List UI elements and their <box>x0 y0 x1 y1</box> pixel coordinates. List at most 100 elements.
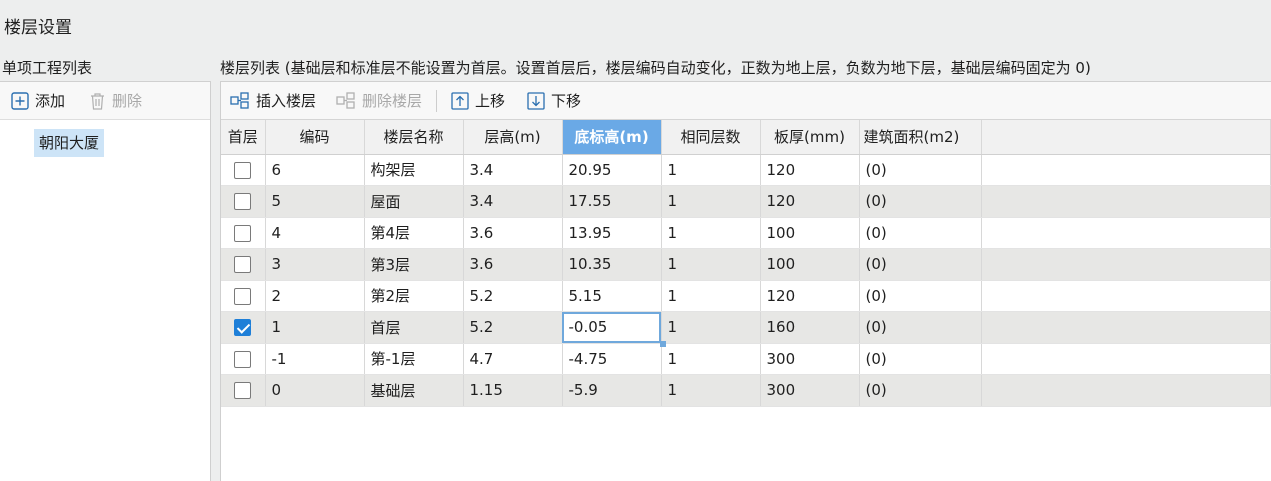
first-floor-cell[interactable] <box>221 154 266 186</box>
table-row[interactable]: 6 构架层 3.4 20.95 1 120 (0) <box>221 154 1271 186</box>
filler-cell <box>981 185 1271 218</box>
table-row[interactable]: 1 首层 5.2 -0.05 1 160 (0) <box>221 311 1271 344</box>
col-header-height[interactable]: 层高(m) <box>463 120 563 155</box>
area-cell[interactable]: (0) <box>859 248 982 281</box>
base-elevation-cell[interactable]: 13.95 <box>562 217 662 249</box>
code-cell[interactable]: 2 <box>265 280 365 312</box>
table-row[interactable]: 5 屋面 3.4 17.55 1 120 (0) <box>221 185 1271 218</box>
same-count-cell[interactable]: 1 <box>661 280 761 312</box>
same-count-cell[interactable]: 1 <box>661 217 761 249</box>
height-cell[interactable]: 3.6 <box>463 248 563 281</box>
area-cell[interactable]: (0) <box>859 311 982 344</box>
name-cell[interactable]: 屋面 <box>364 185 464 218</box>
same-count-cell[interactable]: 1 <box>661 154 761 186</box>
slab-thickness-cell[interactable]: 120 <box>760 154 860 186</box>
table-row[interactable]: -1 第-1层 4.7 -4.75 1 300 (0) <box>221 343 1271 375</box>
col-header-same[interactable]: 相同层数 <box>661 120 761 155</box>
project-item[interactable]: 朝阳大厦 <box>34 129 105 157</box>
col-header-area[interactable]: 建筑面积(m2) <box>859 120 982 155</box>
name-cell[interactable]: 基础层 <box>364 374 464 407</box>
base-elevation-cell[interactable]: -5.9 <box>562 374 662 407</box>
same-count-cell[interactable]: 1 <box>661 374 761 407</box>
base-elevation-cell[interactable]: 10.35 <box>562 248 662 281</box>
same-count-cell[interactable]: 1 <box>661 248 761 281</box>
col-header-base[interactable]: 底标高(m) <box>562 120 662 155</box>
code-cell[interactable]: 1 <box>265 311 365 344</box>
table-row[interactable]: 2 第2层 5.2 5.15 1 120 (0) <box>221 280 1271 312</box>
base-elevation-cell[interactable]: 20.95 <box>562 154 662 186</box>
code-cell[interactable]: 0 <box>265 374 365 407</box>
base-elevation-cell[interactable]: -4.75 <box>562 343 662 375</box>
area-cell[interactable]: (0) <box>859 343 982 375</box>
slab-thickness-cell[interactable]: 120 <box>760 280 860 312</box>
name-cell[interactable]: 构架层 <box>364 154 464 186</box>
name-cell[interactable]: 第3层 <box>364 248 464 281</box>
delete-floor-button[interactable]: 删除楼层 <box>336 90 422 111</box>
first-floor-cell[interactable] <box>221 280 266 312</box>
project-list-panel: 添加 删除 朝阳大厦 <box>0 81 211 481</box>
name-cell[interactable]: 第4层 <box>364 217 464 249</box>
move-up-button[interactable]: 上移 <box>451 90 505 111</box>
first-floor-checkbox-checked[interactable] <box>234 319 252 337</box>
table-row[interactable]: 4 第4层 3.6 13.95 1 100 (0) <box>221 217 1271 249</box>
insert-floor-button[interactable]: 插入楼层 <box>230 90 316 111</box>
table-row[interactable]: 3 第3层 3.6 10.35 1 100 (0) <box>221 248 1271 281</box>
height-cell[interactable]: 1.15 <box>463 374 563 407</box>
slab-thickness-cell[interactable]: 100 <box>760 248 860 281</box>
first-floor-checkbox[interactable] <box>234 350 252 368</box>
height-cell[interactable]: 5.2 <box>463 311 563 344</box>
code-cell[interactable]: 3 <box>265 248 365 281</box>
slab-thickness-cell[interactable]: 300 <box>760 374 860 407</box>
area-cell[interactable]: (0) <box>859 374 982 407</box>
area-cell[interactable]: (0) <box>859 154 982 186</box>
first-floor-checkbox[interactable] <box>234 193 252 211</box>
name-cell[interactable]: 第2层 <box>364 280 464 312</box>
height-cell[interactable]: 3.6 <box>463 217 563 249</box>
move-down-button[interactable]: 下移 <box>527 90 581 111</box>
same-count-cell[interactable]: 1 <box>661 343 761 375</box>
filler-cell <box>981 154 1271 186</box>
first-floor-cell[interactable] <box>221 374 266 407</box>
same-count-cell[interactable]: 1 <box>661 311 761 344</box>
col-header-first[interactable]: 首层 <box>221 120 266 155</box>
delete-button[interactable]: 删除 <box>89 90 142 111</box>
code-cell[interactable]: -1 <box>265 343 365 375</box>
code-cell[interactable]: 5 <box>265 185 365 218</box>
slab-thickness-cell[interactable]: 120 <box>760 185 860 218</box>
base-elevation-cell-active[interactable]: -0.05 <box>562 311 662 344</box>
table-row[interactable]: 0 基础层 1.15 -5.9 1 300 (0) <box>221 374 1271 407</box>
first-floor-cell[interactable] <box>221 217 266 249</box>
height-cell[interactable]: 3.4 <box>463 154 563 186</box>
slab-thickness-cell[interactable]: 100 <box>760 217 860 249</box>
slab-thickness-cell[interactable]: 160 <box>760 311 860 344</box>
base-elevation-cell[interactable]: 17.55 <box>562 185 662 218</box>
area-cell[interactable]: (0) <box>859 280 982 312</box>
code-cell[interactable]: 6 <box>265 154 365 186</box>
code-cell[interactable]: 4 <box>265 217 365 249</box>
area-cell[interactable]: (0) <box>859 217 982 249</box>
col-header-code[interactable]: 编码 <box>265 120 365 155</box>
slab-thickness-cell[interactable]: 300 <box>760 343 860 375</box>
first-floor-checkbox[interactable] <box>234 382 252 400</box>
height-cell[interactable]: 5.2 <box>463 280 563 312</box>
base-elevation-cell[interactable]: 5.15 <box>562 280 662 312</box>
col-header-slab[interactable]: 板厚(mm) <box>760 120 860 155</box>
first-floor-checkbox[interactable] <box>234 256 252 274</box>
name-cell[interactable]: 首层 <box>364 311 464 344</box>
first-floor-cell[interactable] <box>221 248 266 281</box>
add-button[interactable]: 添加 <box>11 90 65 111</box>
first-floor-checkbox[interactable] <box>234 287 252 305</box>
first-floor-cell[interactable] <box>221 343 266 375</box>
height-cell[interactable]: 3.4 <box>463 185 563 218</box>
first-floor-checkbox[interactable] <box>234 161 252 179</box>
filler-cell <box>981 280 1271 312</box>
col-header-name[interactable]: 楼层名称 <box>364 120 464 155</box>
same-count-cell[interactable]: 1 <box>661 185 761 218</box>
first-floor-cell[interactable] <box>221 185 266 218</box>
height-cell[interactable]: 4.7 <box>463 343 563 375</box>
first-floor-checkbox[interactable] <box>234 224 252 242</box>
name-cell[interactable]: 第-1层 <box>364 343 464 375</box>
area-cell[interactable]: (0) <box>859 185 982 218</box>
first-floor-cell[interactable] <box>221 311 266 344</box>
cell-fill-handle[interactable] <box>660 341 666 347</box>
